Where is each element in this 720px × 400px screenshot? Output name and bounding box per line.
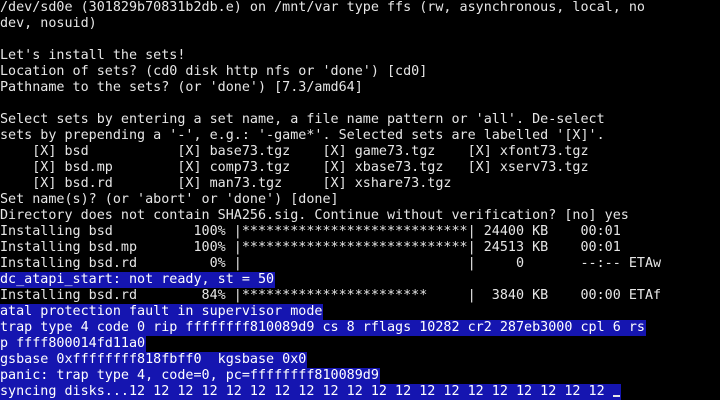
console-line-highlighted: trap type 4 code 0 rip ffffffff810089d9 … bbox=[0, 320, 646, 336]
console-line: Installing bsd.mp 100% |****************… bbox=[0, 240, 621, 255]
console-line-highlighted: dc_atapi_start: not ready, st = 50 bbox=[0, 272, 276, 288]
console-line: Installing bsd.rd 0% | | 0 --:-- ETAw bbox=[0, 256, 662, 271]
console-line: dev, nosuid) bbox=[0, 16, 97, 31]
console-line: Set name(s)? (or 'abort' or 'done') [don… bbox=[0, 192, 339, 207]
console-line: Installing bsd 100% |*******************… bbox=[0, 224, 621, 239]
console-line-highlighted: syncing disks...12 12 12 12 12 12 12 12 … bbox=[0, 384, 621, 400]
text-cursor bbox=[612, 395, 620, 397]
console-line: Location of sets? (cd0 disk http nfs or … bbox=[0, 64, 428, 79]
console-line: /dev/sd0e (301829b70831b2db.e) on /mnt/v… bbox=[0, 0, 645, 15]
console-line: Select sets by entering a set name, a fi… bbox=[0, 112, 605, 127]
console-line: [X] bsd.rd [X] man73.tgz [X] xshare73.tg… bbox=[0, 176, 452, 191]
console-line: Installing bsd.rd 84% |*****************… bbox=[0, 288, 662, 303]
console-line-highlighted: gsbase 0xffffffff818fbff0 kgsbase 0x0 bbox=[0, 352, 308, 368]
console-line: [X] bsd [X] base73.tgz [X] game73.tgz [X… bbox=[0, 144, 589, 159]
console-line-highlighted: atal protection fault in supervisor mode bbox=[0, 304, 324, 320]
console-screen[interactable]: /dev/sd0e (301829b70831b2db.e) on /mnt/v… bbox=[0, 0, 720, 400]
console-line: [X] bsd.mp [X] comp73.tgz [X] xbase73.tg… bbox=[0, 160, 589, 175]
console-line: Directory does not contain SHA256.sig. C… bbox=[0, 208, 629, 223]
console-line-highlighted: panic: trap type 4, code=0, pc=ffffffff8… bbox=[0, 368, 380, 384]
console-line-highlighted: p ffff800014fd11a0 bbox=[0, 336, 147, 352]
console-line: Pathname to the sets? (or 'done') [7.3/a… bbox=[0, 80, 363, 95]
console-line: sets by prepending a '-', e.g.: '-game*'… bbox=[0, 128, 605, 143]
console-line: Let's install the sets! bbox=[0, 48, 186, 63]
